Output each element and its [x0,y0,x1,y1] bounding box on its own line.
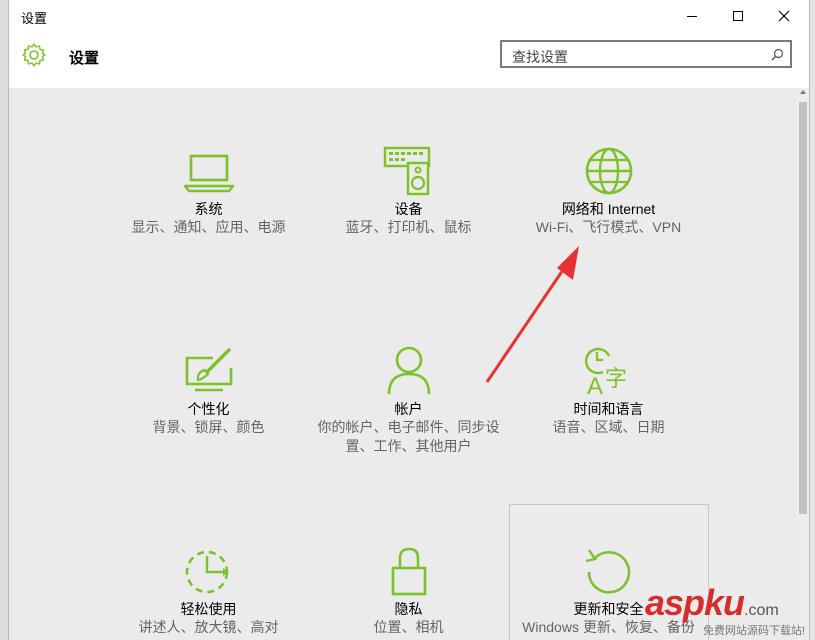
keyboard-speaker-icon [383,146,430,196]
tile-name: 个性化 [187,401,230,417]
tile-name: 时间和语言 [573,401,644,417]
minimize-button[interactable] [669,0,715,32]
person-icon [387,346,430,395]
scrollbar[interactable] [797,88,809,640]
tile-privacy[interactable]: 隐私 位置、相机 [311,546,506,637]
update-icon [585,549,630,594]
watermark-tagline: 免费网站源码下载站! [703,625,806,637]
scrollbar-thumb[interactable] [799,102,807,514]
annotation-arrow [485,246,579,383]
close-icon [778,10,790,22]
lock-icon [391,547,426,596]
tile-name: 帐户 [394,401,423,417]
tile-name: 隐私 [394,601,423,617]
search-placeholder: 查找设置 [512,49,568,65]
gear-icon [22,43,46,67]
search-input[interactable]: 查找设置 [500,40,792,68]
tile-ease-of-access[interactable]: 轻松使用 讲述人、放大镜、高对 [111,546,306,637]
tile-personalization[interactable]: 个性化 背景、锁屏、颜色 [111,346,306,437]
tile-description: 语音、区域、日期 [552,419,665,435]
tile-description: 背景、锁屏、颜色 [152,419,265,435]
tile-name: 系统 [194,201,223,217]
tile-description: 蓝牙、打印机、鼠标 [345,219,472,235]
page-title: 设置 [69,50,100,67]
tile-description: 讲述人、放大镜、高对 [138,619,279,635]
settings-grid: 系统 显示、通知、应用、电源 设备 蓝牙、打印机、鼠标 网络和 Internet… [9,88,797,640]
settings-window: 设置 设置 查找设置 系统 显示、通知、应用、电源 设备 蓝牙、打印机、鼠标 网… [8,0,810,640]
globe-icon [585,147,632,195]
tile-description: 显示、通知、应用、电源 [131,219,286,235]
tile-description: 你的帐户、电子邮件、同步设置、工作、其他用户 [317,419,500,454]
tile-network[interactable]: 网络和 Internet Wi-Fi、飞行模式、VPN [511,146,706,237]
scroll-up-icon[interactable] [800,90,806,94]
tile-name: 轻松使用 [180,601,237,617]
tile-description: 位置、相机 [373,619,444,635]
maximize-icon [733,11,743,21]
close-button[interactable] [761,0,807,32]
minimize-icon [687,16,697,17]
maximize-button[interactable] [715,0,761,32]
window-title: 设置 [21,11,48,26]
tile-accounts[interactable]: 帐户 你的帐户、电子邮件、同步设置、工作、其他用户 [311,346,506,456]
search-icon[interactable] [771,48,784,61]
svg-text:字: 字 [605,367,627,392]
tile-description: Wi-Fi、飞行模式、VPN [535,219,682,235]
ease-of-access-icon [185,550,229,594]
background-window-edge [0,0,8,640]
laptop-icon [183,154,234,193]
watermark: aspku.com 免费网站源码下载站! [645,582,805,637]
tile-system[interactable]: 系统 显示、通知、应用、电源 [111,146,306,237]
watermark-logo: aspku [645,582,745,623]
clock-language-icon: A 字 [584,347,627,396]
tile-devices[interactable]: 设备 蓝牙、打印机、鼠标 [311,146,506,237]
settings-header: 设置 查找设置 [9,32,809,88]
watermark-domain: .com [744,602,779,619]
tile-name: 设备 [394,201,423,217]
paint-monitor-icon [185,348,232,392]
title-bar: 设置 [9,0,809,32]
tile-name: 网络和 Internet [561,201,656,217]
